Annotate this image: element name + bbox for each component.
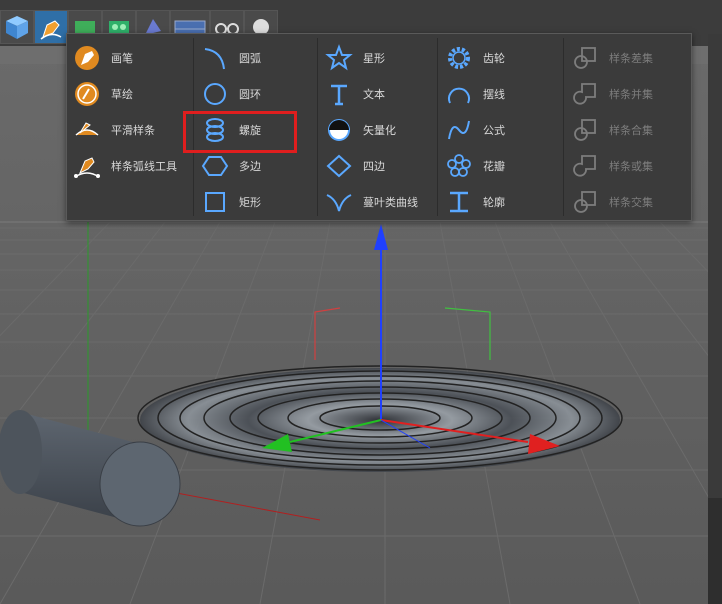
menu-item-cycloid[interactable]: 摆线 bbox=[441, 76, 505, 112]
sketch-icon bbox=[69, 76, 105, 112]
menu-item-spline-or[interactable]: 样条或集 bbox=[567, 148, 653, 184]
text-icon bbox=[321, 76, 357, 112]
spline-arc-tool-icon bbox=[69, 148, 105, 184]
menu-item-text[interactable]: 文本 bbox=[321, 76, 385, 112]
menu-item-label: 草绘 bbox=[111, 88, 133, 101]
star-icon bbox=[321, 40, 357, 76]
menu-item-spline-subtract[interactable]: 样条差集 bbox=[567, 40, 653, 76]
menu-item-spline-and[interactable]: 样条合集 bbox=[567, 112, 653, 148]
spline-or-icon bbox=[567, 148, 603, 184]
menu-item-rectangle[interactable]: 矩形 bbox=[197, 184, 261, 220]
pen-tool-button[interactable] bbox=[34, 10, 68, 44]
vectorize-icon bbox=[321, 112, 357, 148]
cube-button[interactable] bbox=[0, 10, 34, 44]
menu-item-label: 样条交集 bbox=[609, 196, 653, 209]
menu-item-label: 样条弧线工具 bbox=[111, 160, 177, 173]
spline-union-icon bbox=[567, 76, 603, 112]
menu-item-label: 公式 bbox=[483, 124, 505, 137]
helix-highlight-box bbox=[183, 111, 297, 153]
pen-icon bbox=[40, 20, 62, 40]
cissoid-icon bbox=[321, 184, 357, 220]
spline-intersect-icon bbox=[567, 184, 603, 220]
menu-item-label: 矢量化 bbox=[363, 124, 396, 137]
gear-icon bbox=[441, 40, 477, 76]
menu-item-label: 多边 bbox=[239, 160, 261, 173]
cube-icon bbox=[6, 16, 28, 39]
menu-item-vectorize[interactable]: 矢量化 bbox=[321, 112, 396, 148]
menu-item-label: 圆环 bbox=[239, 88, 261, 101]
attribute-panel-edge bbox=[708, 498, 722, 604]
menu-item-label: 蔓叶类曲线 bbox=[363, 196, 418, 209]
menu-item-label: 文本 bbox=[363, 88, 385, 101]
menu-item-label: 圆弧 bbox=[239, 52, 261, 65]
menu-item-arc[interactable]: 圆弧 bbox=[197, 40, 261, 76]
menu-item-label: 矩形 bbox=[239, 196, 261, 209]
menu-item-label: 摆线 bbox=[483, 88, 505, 101]
spline-tools-menu: 画笔 草绘 平滑样条 样条弧线工具 圆弧 圆环 螺旋 多边 矩形 星形 文本 矢… bbox=[66, 33, 692, 221]
circle-icon bbox=[197, 76, 233, 112]
menu-item-label: 花瓣 bbox=[483, 160, 505, 173]
menu-item-sketch[interactable]: 草绘 bbox=[69, 76, 133, 112]
menu-item-label: 样条合集 bbox=[609, 124, 653, 137]
formula-icon bbox=[441, 112, 477, 148]
pen-icon bbox=[69, 40, 105, 76]
menu-item-label: 画笔 bbox=[111, 52, 133, 65]
menu-item-label: 轮廓 bbox=[483, 196, 505, 209]
menu-item-cissoid[interactable]: 蔓叶类曲线 bbox=[321, 184, 418, 220]
menu-item-circle[interactable]: 圆环 bbox=[197, 76, 261, 112]
menu-item-label: 样条差集 bbox=[609, 52, 653, 65]
menu-item-gear[interactable]: 齿轮 bbox=[441, 40, 505, 76]
menu-item-label: 齿轮 bbox=[483, 52, 505, 65]
smooth-spline-icon bbox=[69, 112, 105, 148]
menu-item-spline-intersect[interactable]: 样条交集 bbox=[567, 184, 653, 220]
profile-icon bbox=[441, 184, 477, 220]
polygon-icon bbox=[197, 148, 233, 184]
cycloid-icon bbox=[441, 76, 477, 112]
menu-item-star[interactable]: 星形 bbox=[321, 40, 385, 76]
menu-item-formula[interactable]: 公式 bbox=[441, 112, 505, 148]
menu-item-label: 平滑样条 bbox=[111, 124, 155, 137]
menu-item-flower[interactable]: 花瓣 bbox=[441, 148, 505, 184]
rectangle-icon bbox=[197, 184, 233, 220]
menu-item-label: 样条或集 bbox=[609, 160, 653, 173]
menu-item-four-side[interactable]: 四边 bbox=[321, 148, 385, 184]
menu-item-spline-arc-tool[interactable]: 样条弧线工具 bbox=[69, 148, 177, 184]
menu-item-label: 样条并集 bbox=[609, 88, 653, 101]
menu-item-label: 四边 bbox=[363, 160, 385, 173]
spline-subtract-icon bbox=[567, 40, 603, 76]
four-side-icon bbox=[321, 148, 357, 184]
menu-item-polygon[interactable]: 多边 bbox=[197, 148, 261, 184]
spline-and-icon bbox=[567, 112, 603, 148]
menu-item-spline-union[interactable]: 样条并集 bbox=[567, 76, 653, 112]
menu-item-pen[interactable]: 画笔 bbox=[69, 40, 133, 76]
menu-item-smooth-spline[interactable]: 平滑样条 bbox=[69, 112, 155, 148]
flower-icon bbox=[441, 148, 477, 184]
menu-item-profile[interactable]: 轮廓 bbox=[441, 184, 505, 220]
menu-item-label: 星形 bbox=[363, 52, 385, 65]
arc-icon bbox=[197, 40, 233, 76]
